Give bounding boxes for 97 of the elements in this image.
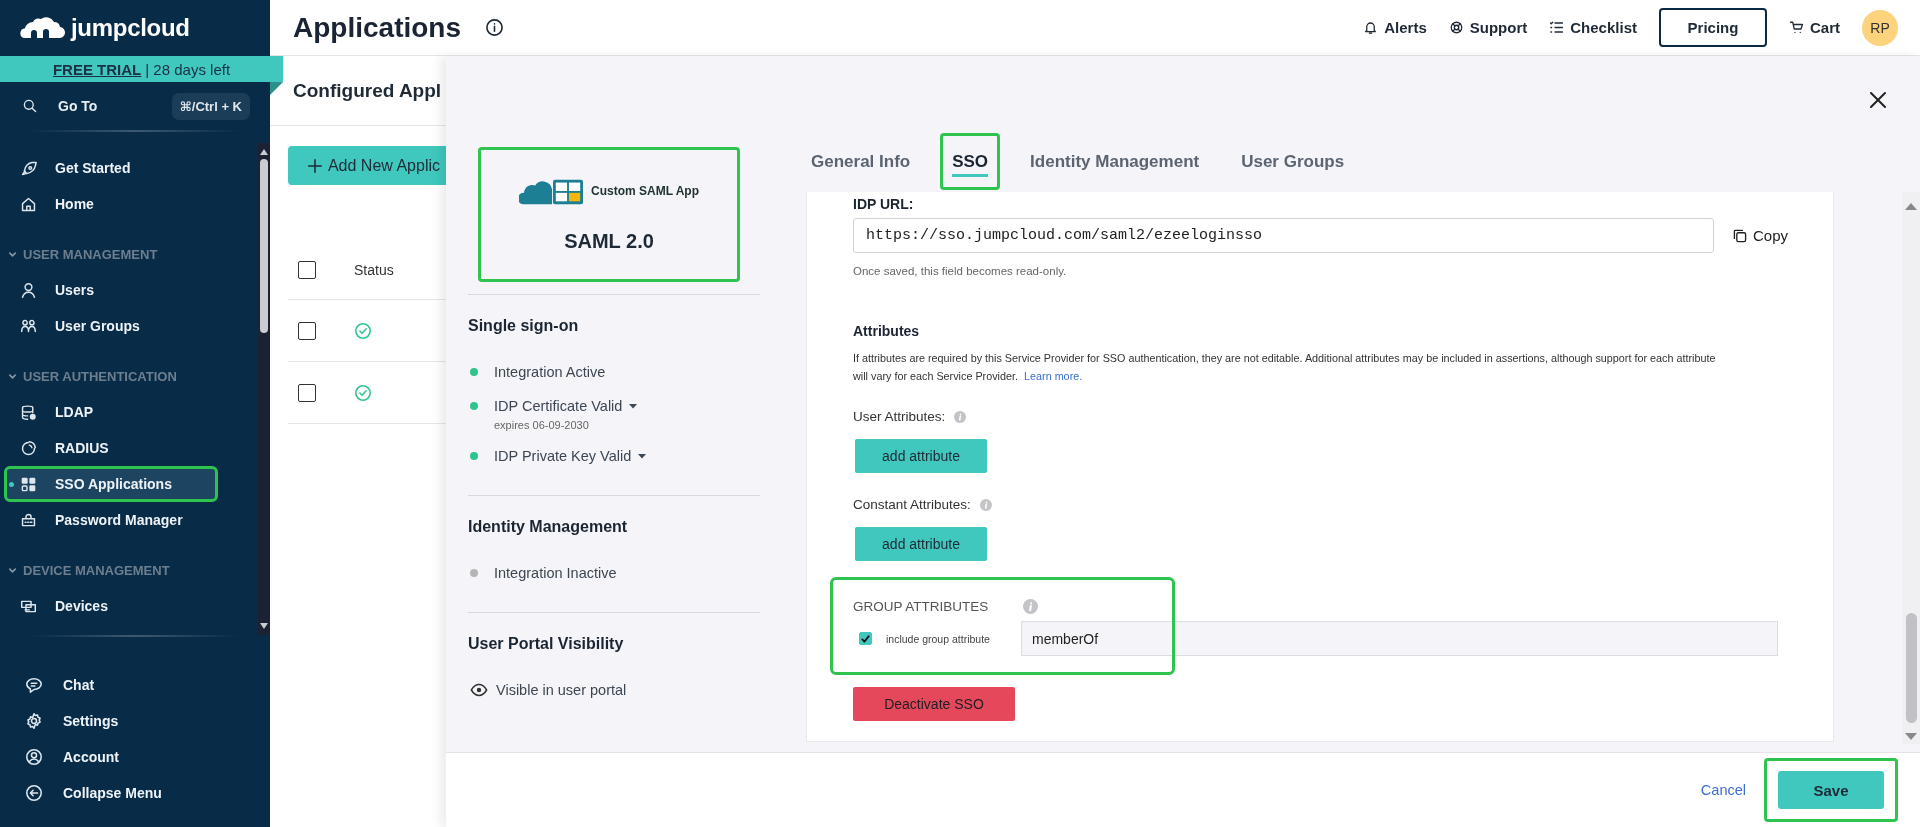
app-name: Custom SAML App (591, 184, 699, 198)
nav-item[interactable]: Account (0, 739, 270, 775)
account-icon (25, 748, 43, 766)
search-icon (22, 98, 38, 114)
summary-heading: Single sign-on (468, 317, 580, 335)
bell-icon (1363, 20, 1379, 35)
trial-link[interactable]: FREE TRIAL (52, 60, 142, 78)
password-icon (20, 511, 37, 529)
field-hint: Once saved, this field becomes read-only. (853, 265, 1068, 277)
learn-more-link[interactable]: Learn more. (1024, 370, 1083, 382)
protocol-label: SAML 2.0 (564, 230, 654, 253)
nav-item[interactable]: SSO Applications (4, 466, 218, 502)
database-icon (20, 403, 37, 421)
caret-icon (628, 401, 639, 411)
scrollbar[interactable] (1902, 192, 1920, 744)
summary-heading: Identity Management (468, 518, 629, 536)
info-icon (954, 410, 967, 423)
caret-icon (637, 451, 648, 461)
checkbox[interactable] (298, 260, 316, 279)
section-heading: GROUP ATTRIBUTES (853, 599, 989, 614)
expiry-note: expires 06-09-2030 (494, 419, 590, 431)
settings-icon (25, 712, 43, 730)
attribute-name-field[interactable]: memberOf (1021, 621, 1778, 656)
cloud-logo-icon (19, 16, 65, 40)
go-to-item[interactable]: Go To ⌘/Ctrl + K (0, 82, 270, 130)
cart-link[interactable]: Cart (1789, 19, 1840, 36)
user-icon (20, 281, 37, 299)
column-header: Status (353, 261, 394, 278)
check-circle-icon (354, 383, 372, 402)
grid-icon (20, 475, 37, 493)
user-avatar[interactable]: RP (1862, 9, 1898, 46)
checkbox[interactable] (298, 321, 316, 340)
checkbox-label: include group attribute (886, 632, 991, 645)
copy-icon (1732, 227, 1748, 244)
summary-heading: User Portal Visibility (468, 635, 625, 653)
attributes-description: If attributes are required by this Service Provider for SSO authentication, they are not editable. Additional attributes may be included in assertions, although support for each attribute will vary for each Service Provider. Learn more. (853, 351, 1717, 384)
checkbox[interactable] (298, 383, 316, 402)
nav-item[interactable]: Password Manager (0, 502, 258, 538)
field-label: IDP URL: (853, 196, 915, 212)
lifebuoy-icon (1448, 20, 1464, 35)
field-label: User Attributes: (853, 409, 946, 424)
status-label: Integration Active (494, 364, 606, 380)
check-circle-icon (354, 321, 372, 340)
cancel-link[interactable]: Cancel (1700, 782, 1746, 798)
section-heading: USER MANAGEMENT (23, 246, 158, 262)
status-dropdown[interactable]: IDP Private Key Valid (494, 448, 648, 464)
nav-item[interactable]: Home (0, 186, 258, 222)
add-button[interactable]: Add New Applic (288, 146, 446, 185)
info-icon (1023, 599, 1039, 614)
nav-item[interactable]: LDAP (0, 394, 258, 430)
nav-item[interactable]: RADIUS (0, 430, 258, 466)
header-link[interactable]: Alerts (1363, 19, 1427, 36)
section-heading: DEVICE MANAGEMENT (23, 562, 170, 578)
tab[interactable]: User Groups (1229, 133, 1357, 190)
attributes-heading: Attributes (853, 323, 921, 339)
nav-item[interactable]: Devices (0, 588, 258, 624)
section-title: Configured Appl (293, 79, 442, 102)
copy-button[interactable]: Copy (1732, 227, 1789, 244)
status-label: Integration Inactive (494, 565, 617, 581)
nav-item[interactable]: User Groups (0, 308, 258, 344)
cart-icon (1789, 20, 1804, 35)
checkbox[interactable] (859, 632, 872, 645)
tab[interactable]: Identity Management (1018, 133, 1212, 190)
scrollbar[interactable] (258, 143, 270, 635)
info-icon (979, 498, 992, 511)
checklist-icon (1549, 20, 1565, 35)
tab[interactable]: General Info (799, 133, 923, 190)
go-to-label: Go To (58, 98, 99, 114)
user-group-icon (20, 317, 37, 335)
pricing-button[interactable]: Pricing (1659, 8, 1767, 47)
nav-item[interactable]: Collapse Menu (0, 775, 270, 811)
nav-item[interactable]: Settings (0, 703, 270, 739)
nav-item[interactable]: Get Started (0, 150, 258, 186)
section-heading: USER AUTHENTICATION (23, 368, 177, 384)
save-button[interactable]: Save (1778, 771, 1884, 809)
tab[interactable]: SSO (940, 133, 1001, 190)
trial-remaining: | 28 days left (145, 60, 231, 78)
brand-name: jumpcloud (71, 14, 190, 42)
nav-item[interactable]: Users (0, 272, 258, 308)
eye-icon (470, 681, 488, 699)
add-attribute-button[interactable]: add attribute (855, 527, 987, 561)
url-field[interactable]: https://sso.jumpcloud.com/saml2/ezeeloginsso (853, 218, 1714, 253)
selected-dot (9, 482, 14, 487)
page-title: Applications (293, 11, 461, 44)
status-dropdown[interactable]: IDP Certificate Valid (494, 398, 639, 414)
header-link[interactable]: Support (1448, 19, 1528, 36)
field-label: Constant Attributes: (853, 497, 971, 512)
home-icon (20, 195, 37, 213)
plus-icon (306, 156, 324, 175)
nav-item[interactable]: Chat (0, 667, 270, 703)
status-label: Visible in user portal (496, 682, 627, 698)
shortcut-badge: ⌘/Ctrl + K (171, 92, 250, 120)
add-attribute-button[interactable]: add attribute (855, 439, 987, 473)
info-icon (485, 18, 504, 37)
chat-icon (25, 676, 43, 694)
header-link[interactable]: Checklist (1549, 19, 1637, 36)
deactivate-button[interactable]: Deactivate SSO (853, 687, 1015, 721)
